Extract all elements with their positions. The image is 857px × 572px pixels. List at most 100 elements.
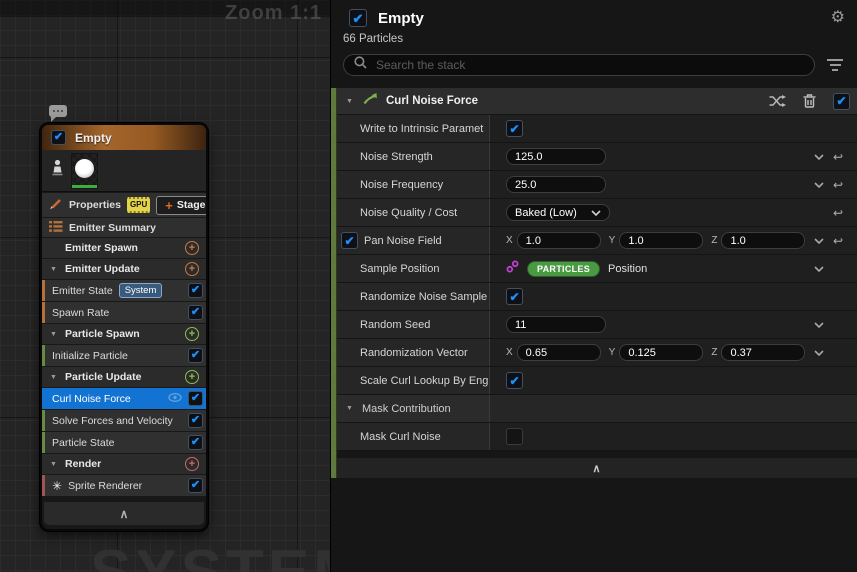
stack-item-solve-forces-and-velocity[interactable]: Solve Forces and Velocity ✔: [42, 410, 206, 431]
value-mode-dropdown-icon[interactable]: [809, 182, 829, 188]
noise-frequency-input[interactable]: [506, 176, 606, 193]
gpu-badge: GPU: [127, 197, 150, 213]
value-mode-dropdown-icon[interactable]: [809, 238, 829, 244]
stack-item-initialize-particle[interactable]: Initialize Particle ✔: [42, 345, 206, 366]
particle-count-label: 66 Particles: [343, 33, 845, 45]
section-header-mask-contribution[interactable]: ▼ Mask Contribution: [336, 395, 857, 423]
property-row-scale-curl-lookup: Scale Curl Lookup By Eng ✔: [336, 367, 857, 395]
renderer-enabled-checkbox[interactable]: ✔: [188, 478, 203, 493]
node-collapse-button[interactable]: ∧: [44, 502, 204, 525]
niagara-editor: Zoom 1:1 SYSTEM ✔ Empty Properties GP: [0, 0, 857, 572]
module-enabled-checkbox[interactable]: ✔: [188, 413, 203, 428]
add-module-icon[interactable]: +: [185, 241, 199, 255]
property-label: Random Seed: [360, 319, 430, 331]
add-stage-button[interactable]: + Stage: [156, 196, 206, 215]
collapse-arrow-icon[interactable]: ▼: [346, 405, 356, 412]
randomization-x-input[interactable]: [517, 344, 601, 361]
pan-y-input[interactable]: [619, 232, 703, 249]
module-enabled-checkbox[interactable]: ✔: [833, 93, 850, 110]
search-input[interactable]: [374, 57, 804, 73]
collapse-arrow-icon[interactable]: ▼: [50, 461, 60, 468]
emitter-enabled-checkbox[interactable]: ✔: [51, 130, 66, 145]
value-mode-dropdown-icon[interactable]: [809, 350, 829, 356]
pan-x-input[interactable]: [517, 232, 601, 249]
stack-collapse-button[interactable]: ∧: [336, 458, 857, 478]
filter-icon[interactable]: [825, 59, 845, 71]
property-label: Write to Intrinsic Paramet: [360, 123, 483, 135]
stack-group-render[interactable]: ▼ Render +: [42, 454, 206, 474]
module-enabled-checkbox[interactable]: ✔: [188, 435, 203, 450]
section-label: Mask Contribution: [362, 403, 451, 415]
reset-to-default-icon[interactable]: ↩: [829, 206, 847, 220]
noise-strength-input[interactable]: [506, 148, 606, 165]
graph-canvas[interactable]: Zoom 1:1 SYSTEM ✔ Empty Properties GP: [0, 0, 330, 572]
property-row-randomization-vector: Randomization Vector X Y Z: [336, 339, 857, 367]
comment-bubble-icon[interactable]: [49, 105, 67, 117]
delete-module-icon[interactable]: [803, 94, 816, 108]
property-row-noise-quality: Noise Quality / Cost Baked (Low) ↩: [336, 199, 857, 227]
property-row-sample-position: Sample Position PARTICLES Position: [336, 255, 857, 283]
reset-to-default-icon[interactable]: ↩: [829, 234, 847, 248]
collapse-arrow-icon[interactable]: ▼: [50, 266, 60, 273]
stack-group-particle-spawn[interactable]: ▼ Particle Spawn +: [42, 324, 206, 344]
zoom-level-label: Zoom 1:1: [225, 2, 322, 25]
property-row-mask-curl-noise: Mask Curl Noise: [336, 423, 857, 451]
add-module-icon[interactable]: +: [185, 262, 199, 276]
emitter-enabled-checkbox[interactable]: ✔: [349, 9, 367, 27]
collapse-arrow-icon[interactable]: ▼: [50, 331, 60, 338]
reset-to-default-icon[interactable]: ↩: [829, 178, 847, 192]
add-renderer-icon[interactable]: +: [185, 457, 199, 471]
module-stack: ▼ Curl Noise Force ✔ Write to Intrinsic …: [331, 88, 857, 478]
stack-group-emitter-spawn[interactable]: ▼ Emitter Spawn +: [42, 238, 206, 258]
stage-button-label: Stage: [177, 199, 206, 211]
randomization-y-input[interactable]: [619, 344, 703, 361]
mask-curl-noise-checkbox[interactable]: [506, 428, 523, 445]
randomization-z-input[interactable]: [721, 344, 805, 361]
stack-group-particle-update[interactable]: ▼ Particle Update +: [42, 367, 206, 387]
module-enabled-checkbox[interactable]: ✔: [188, 305, 203, 320]
value-mode-dropdown-icon[interactable]: [809, 322, 829, 328]
collapse-arrow-icon[interactable]: ▼: [50, 374, 60, 381]
scale-curl-lookup-checkbox[interactable]: ✔: [506, 372, 523, 389]
noise-quality-dropdown[interactable]: Baked (Low): [506, 204, 610, 221]
stack-search-bar[interactable]: [343, 54, 815, 76]
z-axis-label: Z: [711, 235, 717, 246]
stack-item-properties[interactable]: Properties GPU + Stage: [42, 193, 206, 217]
y-axis-label: Y: [609, 235, 616, 246]
shuffle-version-icon[interactable]: [769, 95, 786, 107]
value-mode-dropdown-icon[interactable]: [809, 154, 829, 160]
property-label: Randomization Vector: [360, 347, 468, 359]
collapse-arrow-icon[interactable]: ▼: [346, 98, 356, 105]
visibility-eye-icon[interactable]: [168, 393, 182, 405]
curl-noise-force-header[interactable]: ▼ Curl Noise Force ✔: [336, 88, 857, 115]
reset-to-default-icon[interactable]: ↩: [829, 150, 847, 164]
emitter-node[interactable]: ✔ Empty Properties GPU + Stage: [40, 123, 208, 531]
module-enabled-checkbox[interactable]: ✔: [188, 391, 203, 406]
add-module-icon[interactable]: +: [185, 327, 199, 341]
gear-icon[interactable]: ⚙: [831, 10, 845, 26]
stack-item-emitter-summary[interactable]: Emitter Summary: [42, 218, 206, 237]
write-to-intrinsic-checkbox[interactable]: ✔: [506, 120, 523, 137]
value-mode-dropdown-icon[interactable]: [809, 266, 829, 272]
module-enabled-checkbox[interactable]: ✔: [188, 283, 203, 298]
random-seed-input[interactable]: [506, 316, 606, 333]
linked-parameter-name: Position: [608, 263, 647, 275]
randomize-noise-sample-checkbox[interactable]: ✔: [506, 288, 523, 305]
stack-item-emitter-state[interactable]: Emitter State System ✔: [42, 280, 206, 301]
property-label: Noise Frequency: [360, 179, 443, 191]
add-module-icon[interactable]: +: [185, 370, 199, 384]
module-title: Curl Noise Force: [386, 95, 478, 107]
chevron-up-icon: ∧: [592, 462, 600, 475]
stack-group-emitter-update[interactable]: ▼ Emitter Update +: [42, 259, 206, 279]
stack-item-particle-state[interactable]: Particle State ✔: [42, 432, 206, 453]
stack-item-curl-noise-force[interactable]: Curl Noise Force ✔: [42, 388, 206, 409]
pan-z-input[interactable]: [721, 232, 805, 249]
emitter-node-header[interactable]: ✔ Empty: [42, 125, 206, 150]
stack-item-sprite-renderer[interactable]: ✳ Sprite Renderer ✔: [42, 475, 206, 496]
module-enabled-checkbox[interactable]: ✔: [188, 348, 203, 363]
particle-preview-thumbnail[interactable]: [71, 153, 98, 189]
property-row-randomize-noise-sample: Randomize Noise Sample ✔: [336, 283, 857, 311]
pan-noise-field-checkbox[interactable]: ✔: [341, 232, 358, 249]
stack-item-spawn-rate[interactable]: Spawn Rate ✔: [42, 302, 206, 323]
plus-icon: +: [165, 199, 173, 212]
